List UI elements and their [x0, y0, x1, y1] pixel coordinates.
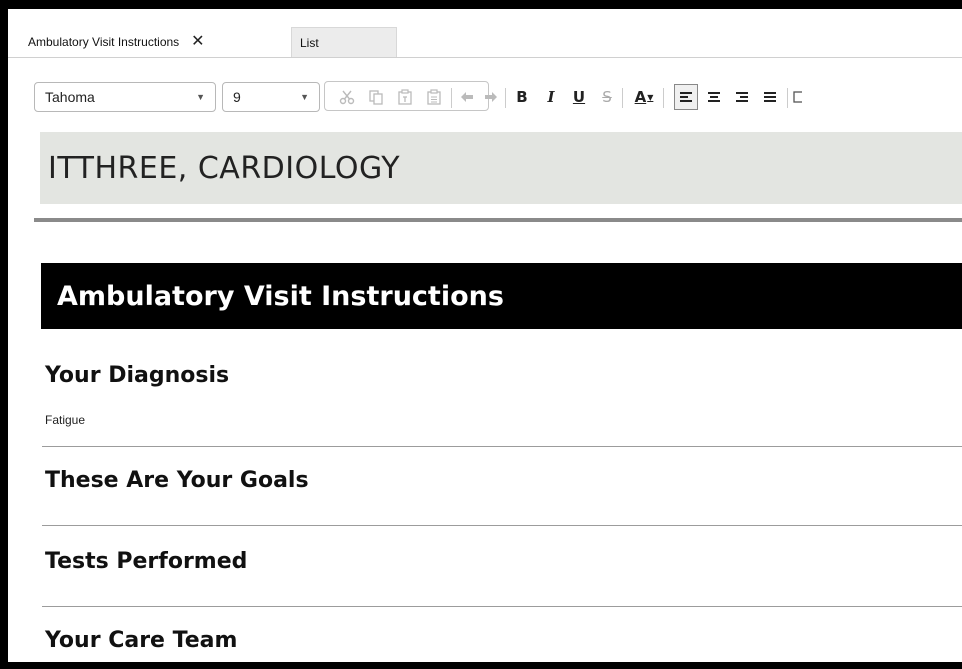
paste-icon[interactable]: [394, 84, 416, 110]
chevron-down-icon: ▼: [647, 92, 654, 102]
tab-ambulatory-visit-instructions[interactable]: Ambulatory Visit Instructions ✕: [8, 27, 291, 57]
tab-bar: Ambulatory Visit Instructions ✕ List: [8, 9, 962, 58]
tab-list[interactable]: List: [291, 27, 397, 57]
more-tools-icon[interactable]: [792, 84, 802, 110]
font-color-label: A: [634, 88, 647, 106]
undo-icon[interactable]: [456, 84, 478, 110]
toolbar-separator: [787, 88, 788, 108]
section-heading-tests: Tests Performed: [45, 549, 248, 574]
font-family-dropdown[interactable]: Tahoma ▼: [34, 82, 216, 112]
toolbar-separator: [622, 88, 623, 108]
banner-divider: [34, 218, 962, 222]
toolbar-separator: [663, 88, 664, 108]
chevron-down-icon: ▼: [196, 92, 205, 102]
section-divider: [42, 606, 962, 607]
justify-icon: [764, 92, 776, 102]
patient-name: ITTHREE, CARDIOLOGY: [48, 150, 401, 186]
formatting-toolbar: Tahoma ▼ 9 ▼ B I U S A ▼: [8, 58, 962, 120]
paste-special-icon[interactable]: [423, 84, 445, 110]
copy-icon[interactable]: [365, 84, 387, 110]
section-heading-care-team: Your Care Team: [45, 628, 238, 653]
redo-icon[interactable]: [480, 84, 502, 110]
strikethrough-button[interactable]: S: [596, 84, 618, 110]
italic-button[interactable]: I: [540, 84, 562, 110]
toolbar-separator: [451, 88, 452, 108]
align-right-button[interactable]: [731, 84, 753, 110]
align-left-icon: [680, 92, 692, 102]
section-divider: [42, 446, 962, 447]
align-right-icon: [736, 92, 748, 102]
font-family-value: Tahoma: [45, 89, 95, 105]
cut-icon[interactable]: [336, 84, 358, 110]
tab-label: List: [300, 35, 319, 50]
section-heading-goals: These Are Your Goals: [45, 468, 309, 493]
align-center-button[interactable]: [703, 84, 725, 110]
document-title-bar: Ambulatory Visit Instructions: [41, 263, 962, 329]
close-icon[interactable]: ✕: [191, 34, 204, 50]
tab-label: Ambulatory Visit Instructions: [28, 35, 180, 49]
chevron-down-icon: ▼: [300, 92, 309, 102]
font-color-button[interactable]: A ▼: [630, 84, 658, 110]
toolbar-separator: [505, 88, 506, 108]
document-window: Ambulatory Visit Instructions ✕ List Tah…: [8, 9, 962, 662]
font-size-value: 9: [233, 89, 241, 105]
section-divider: [42, 525, 962, 526]
patient-name-banner: ITTHREE, CARDIOLOGY: [40, 132, 962, 204]
bold-button[interactable]: B: [511, 84, 533, 110]
document-title: Ambulatory Visit Instructions: [57, 280, 504, 312]
diagnosis-value: Fatigue: [45, 413, 86, 427]
align-center-icon: [708, 92, 720, 102]
section-heading-diagnosis: Your Diagnosis: [45, 363, 230, 388]
align-left-button[interactable]: [674, 84, 698, 110]
underline-button[interactable]: U: [568, 84, 590, 110]
justify-button[interactable]: [759, 84, 781, 110]
font-size-dropdown[interactable]: 9 ▼: [222, 82, 320, 112]
